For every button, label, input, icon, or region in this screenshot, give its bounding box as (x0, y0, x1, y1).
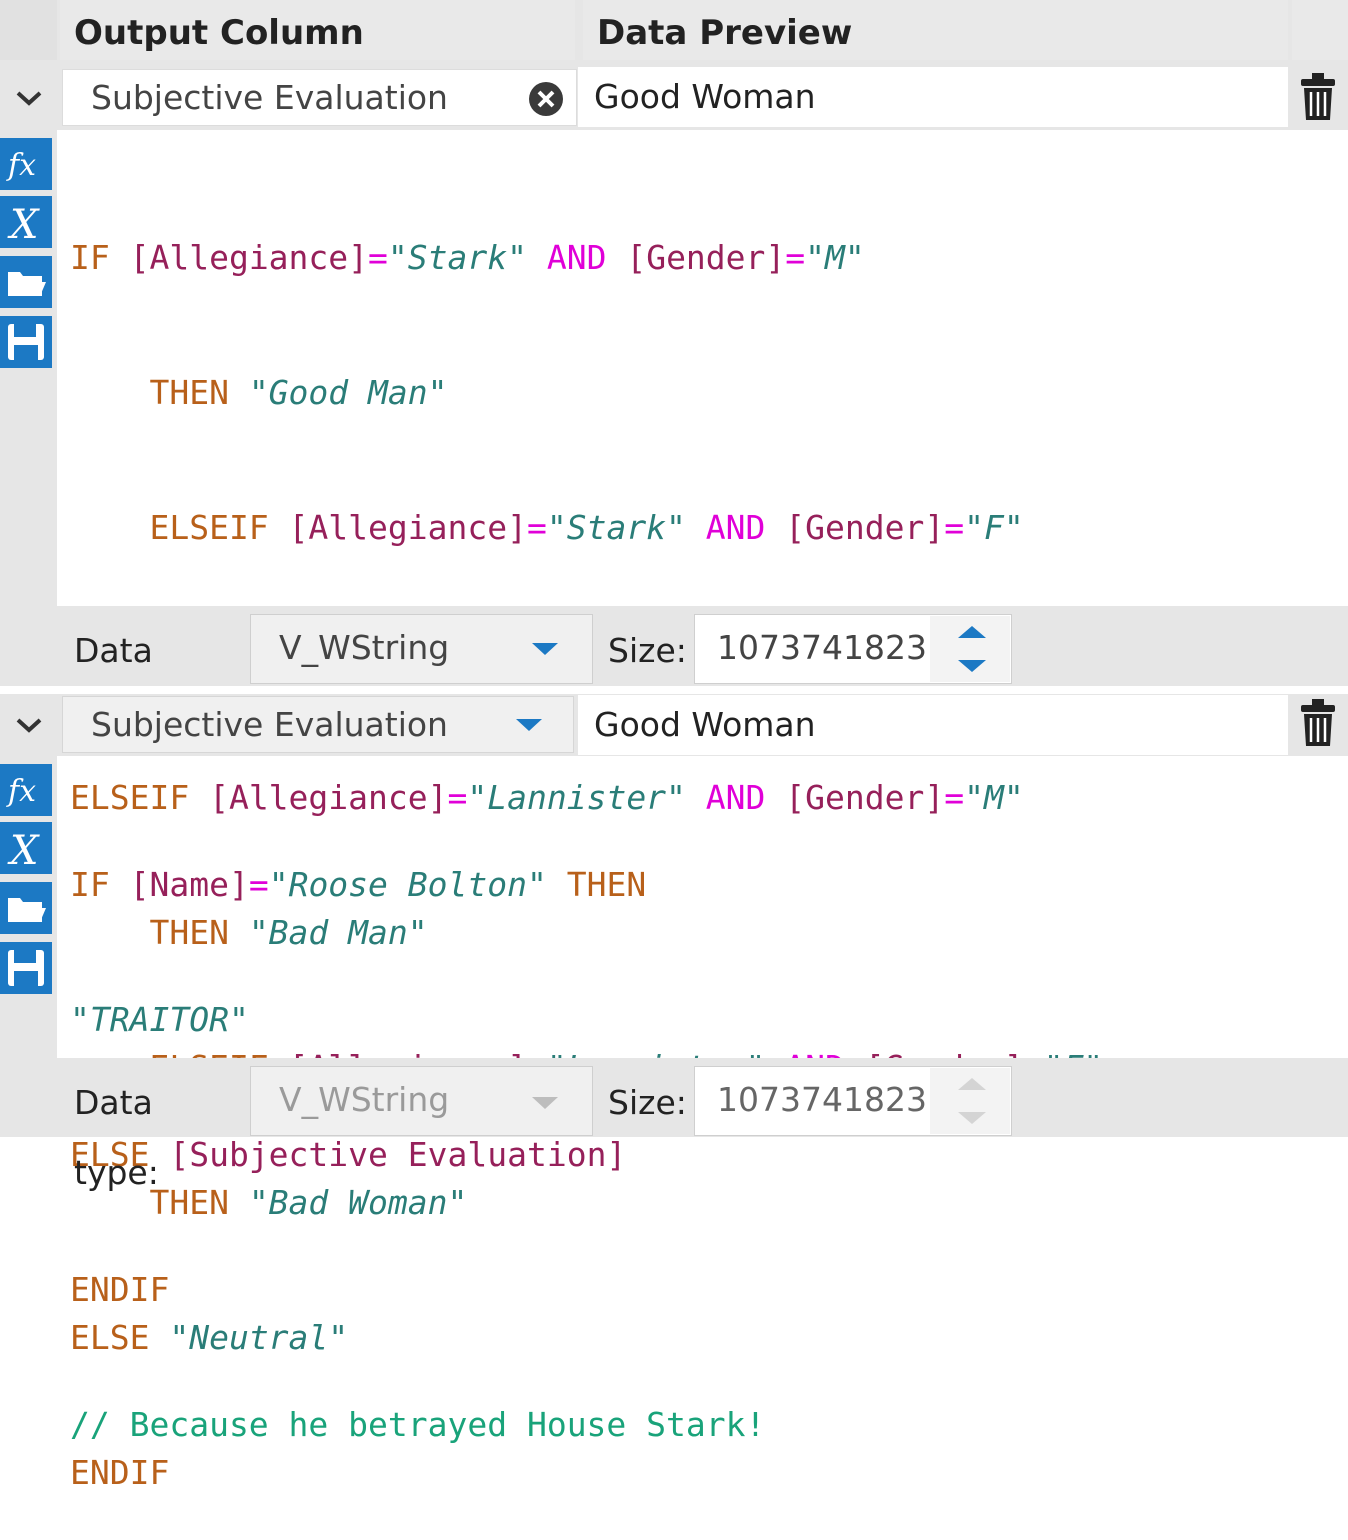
code-line: ELSE "Neutral" (70, 1318, 349, 1357)
data-type-value-2: V_WString (279, 1080, 450, 1119)
save-icon (8, 324, 44, 360)
formula-editor-2[interactable]: IF [Name]="Roose Bolton" THEN "TRAITOR" … (70, 772, 1340, 1444)
open-button-1[interactable] (0, 256, 52, 308)
dropdown-arrow-icon (532, 1097, 558, 1109)
size-label-2: Size: (608, 1083, 687, 1122)
code-line: THEN "Good Man" (70, 373, 448, 412)
dropdown-arrow-icon (532, 643, 558, 655)
chevron-down-icon (16, 91, 41, 106)
output-column-value-1: Subjective Evaluation (91, 78, 448, 117)
save-button-1[interactable] (0, 316, 52, 368)
size-label-1: Size: (608, 631, 687, 670)
svg-text:X: X (7, 828, 40, 870)
function-button-1[interactable]: fx (0, 138, 52, 190)
data-type-arrow-1 (530, 640, 560, 658)
code-line: IF [Allegiance]="Stark" AND [Gender]="M" (70, 238, 865, 277)
collapse-toggle-2[interactable] (0, 694, 57, 756)
function-icon: fx (6, 148, 36, 183)
code-line: ELSE [Subjective Evaluation] (70, 1135, 627, 1174)
code-line: ENDIF (70, 1453, 170, 1492)
variable-button-1[interactable]: X (0, 196, 52, 248)
variable-button-2[interactable]: X (0, 822, 52, 874)
data-preview-header[interactable]: Data Preview (583, 0, 1288, 60)
output-column-header[interactable]: Output Column (60, 0, 575, 60)
function-button-2[interactable]: fx (0, 764, 52, 816)
trash-icon (1301, 699, 1335, 746)
code-line: ENDIF (70, 1270, 170, 1309)
delete-button-2[interactable] (1298, 698, 1342, 750)
clear-button-1[interactable] (527, 80, 565, 118)
code-line: // Because he betrayed House Stark! (70, 1405, 766, 1444)
clear-icon (529, 82, 563, 116)
data-type-label-1: Data type: (74, 631, 159, 740)
delete-button-1[interactable] (1298, 72, 1342, 124)
output-column-value-2: Subjective Evaluation (91, 705, 448, 744)
code-line: THEN "Bad Woman" (70, 1183, 468, 1222)
trash-icon (1301, 73, 1335, 120)
chevron-down-icon (16, 718, 41, 733)
header-spacer-left (0, 0, 57, 60)
data-type-value-1: V_WString (279, 628, 450, 667)
svg-text:fx: fx (6, 774, 36, 809)
svg-text:X: X (7, 202, 40, 244)
formula-editor-1[interactable]: IF [Allegiance]="Stark" AND [Gender]="M"… (70, 145, 1340, 1492)
open-folder-icon (8, 272, 46, 296)
code-line: IF [Name]="Roose Bolton" THEN (70, 865, 647, 904)
variable-icon: X (7, 828, 40, 870)
output-column-arrow-2 (514, 716, 544, 734)
size-value-1: 1073741823 (717, 628, 927, 667)
variable-icon: X (7, 202, 40, 244)
spinner-icon (958, 1078, 986, 1124)
size-value-2: 1073741823 (717, 1080, 927, 1119)
size-spinner-2[interactable] (930, 1068, 1010, 1134)
function-icon: fx (6, 774, 36, 809)
save-button-2[interactable] (0, 942, 52, 994)
open-button-2[interactable] (0, 882, 52, 934)
size-spinner-1[interactable] (930, 616, 1010, 682)
code-line: ELSEIF [Allegiance]="Stark" AND [Gender]… (70, 508, 1024, 547)
save-icon (8, 950, 44, 986)
data-type-arrow-2 (530, 1094, 560, 1112)
open-folder-icon (8, 898, 46, 922)
output-column-field-1[interactable]: Subjective Evaluation (62, 69, 577, 126)
output-column-dropdown-2[interactable]: Subjective Evaluation (62, 696, 574, 753)
header-spacer-right (1292, 0, 1348, 60)
dropdown-arrow-icon (516, 719, 542, 731)
collapse-toggle-1[interactable] (0, 66, 57, 130)
data-type-label-2: Data type: (74, 1083, 159, 1192)
code-line: "TRAITOR" (70, 1000, 249, 1039)
spinner-icon (958, 626, 986, 672)
data-preview-value-1: Good Woman (578, 67, 1288, 127)
data-preview-value-2: Good Woman (578, 695, 1288, 755)
svg-text:fx: fx (6, 148, 36, 183)
